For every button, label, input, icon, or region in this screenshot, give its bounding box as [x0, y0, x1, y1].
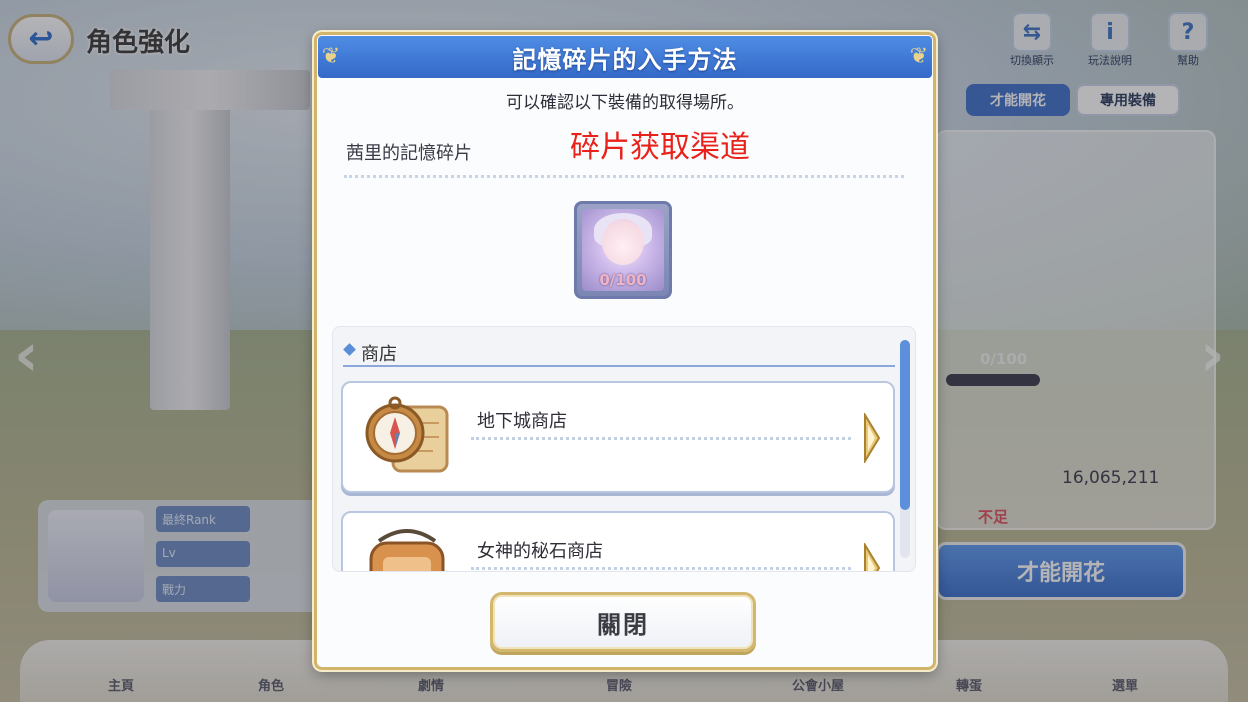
- divider: [471, 567, 851, 570]
- acquisition-dialog: ❦ 記憶碎片的入手方法 ❦ 可以確認以下裝備的取得場所。 茜里的記憶碎片 碎片获…: [314, 32, 936, 670]
- source-item-dungeon-shop[interactable]: 地下城商店: [341, 381, 895, 493]
- open-sign-icon: [369, 529, 445, 571]
- go-arrow-icon[interactable]: [863, 413, 881, 463]
- dialog-subtitle: 可以確認以下裝備的取得場所。: [506, 93, 744, 113]
- category-header: 商店: [343, 339, 895, 367]
- annotation-text: 碎片获取渠道: [570, 130, 750, 165]
- dialog-header: ❦ 記憶碎片的入手方法 ❦: [318, 36, 932, 78]
- close-button[interactable]: 關閉: [490, 592, 756, 652]
- shard-count: 0/100: [599, 271, 647, 289]
- scroll-thumb[interactable]: [900, 340, 910, 510]
- corner-ornament-icon: ❦: [321, 44, 341, 69]
- source-item-goddess-shop[interactable]: 女神的秘石商店: [341, 511, 895, 572]
- scrollbar[interactable]: [900, 340, 910, 558]
- source-name: 地下城商店: [477, 411, 567, 432]
- corner-ornament-icon: ❦: [909, 44, 929, 69]
- category-label: 商店: [361, 344, 397, 365]
- source-list[interactable]: 商店 地下城商店 女神的秘石商店: [332, 326, 916, 572]
- close-button-label: 關閉: [597, 610, 649, 639]
- item-name: 茜里的記憶碎片: [346, 143, 472, 164]
- divider: [471, 437, 851, 440]
- divider: [344, 175, 904, 178]
- source-name: 女神的秘石商店: [477, 541, 603, 562]
- dialog-title: 記憶碎片的入手方法: [512, 45, 738, 74]
- memory-shard-icon: 0/100: [574, 201, 672, 299]
- diamond-bullet-icon: [343, 343, 356, 356]
- go-arrow-icon[interactable]: [863, 543, 881, 572]
- compass-map-icon: [365, 396, 449, 473]
